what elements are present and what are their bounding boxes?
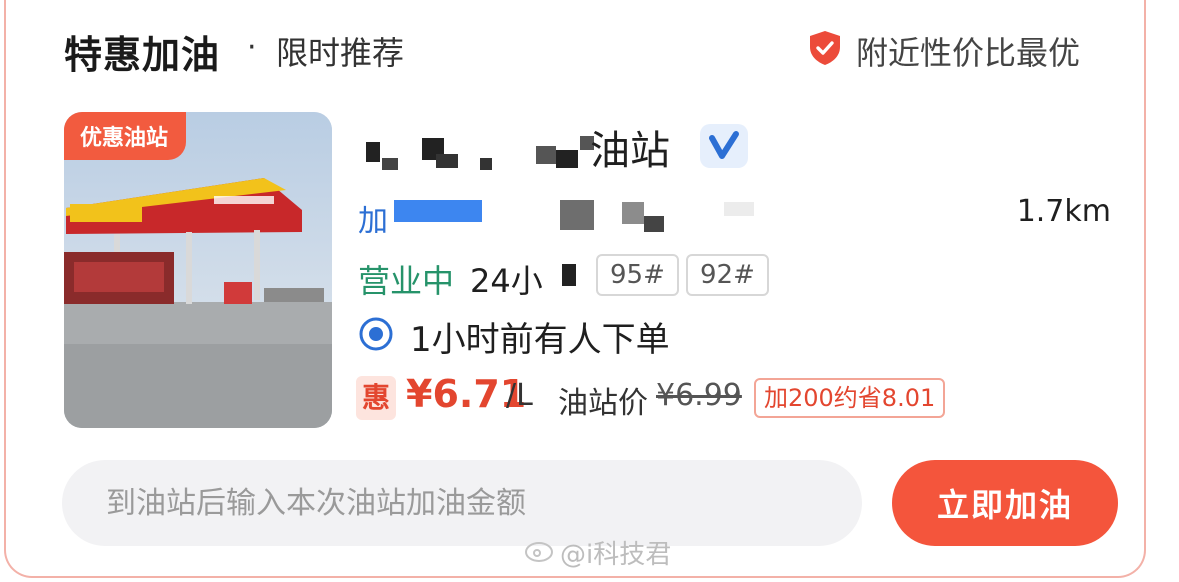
card-subtitle: 限时推荐 [276,34,405,72]
value-label: 附近性价比最优 [856,34,1081,72]
address-text[interactable]: 加 [358,196,388,240]
address-redaction [394,200,754,232]
weibo-logo-icon [525,542,553,562]
open-status: 营业中 [358,262,455,300]
radio-dot-icon [359,317,393,351]
card-title: 特惠加油 [64,33,221,77]
distance-label: 1.7km [1016,194,1111,229]
fuel-tag-92: 92# [686,254,769,296]
fuel-tag-95: 95# [596,254,679,296]
discount-badge: 惠 [356,376,396,420]
recent-order-text: 1小时前有人下单 [410,320,670,360]
fuel-amount-input[interactable] [62,460,862,546]
name-redaction [366,136,594,170]
shield-check-icon [810,31,840,65]
fuel-now-button[interactable]: 立即加油 [892,460,1118,546]
watermark: @i科技君 [560,540,672,570]
price-unit: /L [506,378,533,413]
station-name[interactable]: 油站 [590,118,670,176]
hours-redaction [562,264,576,286]
verified-icon [700,124,748,168]
original-price-label: 油站价 [558,386,648,421]
original-price: ¥6.99 [656,378,742,413]
savings-tag: 加200约省8.01 [754,378,946,418]
photo-badge: 优惠油站 [64,112,187,160]
business-hours: 24小 [470,262,543,300]
title-separator: · [247,30,257,65]
